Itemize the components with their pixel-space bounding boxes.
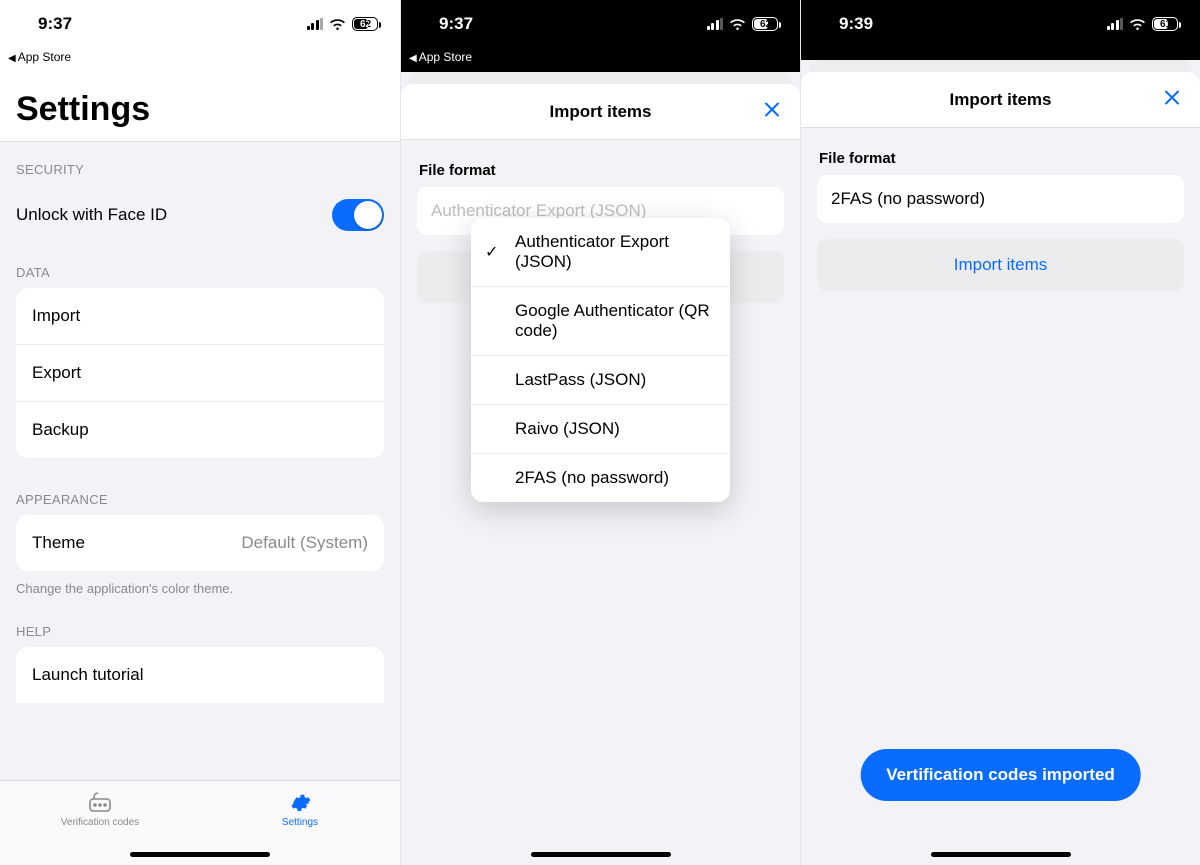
data-card: Import Export Backup <box>16 288 384 458</box>
status-right: 62 <box>307 17 379 31</box>
section-appearance-label: APPEARANCE <box>0 486 400 515</box>
status-bar: 9:37 62 <box>0 0 400 48</box>
row-backup[interactable]: Backup <box>16 401 384 458</box>
sheet-back-layer <box>409 72 792 84</box>
section-data-label: DATA <box>0 259 400 288</box>
breadcrumb[interactable]: ◀App Store <box>401 48 800 72</box>
import-sheet: Import items File format Authenticator E… <box>401 84 800 865</box>
status-right: 62 <box>707 17 779 31</box>
wifi-icon <box>729 18 746 31</box>
checkmark-icon: ✓ <box>485 242 498 262</box>
close-icon[interactable] <box>1158 83 1186 116</box>
sheet-header: Import items <box>801 72 1200 128</box>
status-bar: 9:39 61 <box>801 0 1200 48</box>
import-items-button[interactable]: Import items <box>817 239 1184 291</box>
import-sheet: Import items File format 2FAS (no passwo… <box>801 72 1200 865</box>
row-import[interactable]: Import <box>16 288 384 344</box>
battery-icon: 61 <box>1152 17 1178 31</box>
file-format-dropdown: ✓ Authenticator Export (JSON) Google Aut… <box>471 218 730 502</box>
status-time: 9:37 <box>38 14 72 34</box>
cellular-icon <box>707 18 724 30</box>
section-help-label: HELP <box>0 618 400 647</box>
breadcrumb[interactable]: ◀App Store <box>0 48 400 72</box>
home-indicator[interactable] <box>531 852 671 857</box>
tab-settings-label: Settings <box>282 817 318 828</box>
status-time: 9:39 <box>839 14 873 34</box>
dropdown-option[interactable]: 2FAS (no password) <box>471 453 730 502</box>
battery-icon: 62 <box>752 17 778 31</box>
cellular-icon <box>307 18 324 30</box>
appearance-footnote: Change the application's color theme. <box>0 581 400 618</box>
home-indicator[interactable] <box>130 852 270 857</box>
appearance-card: Theme Default (System) <box>16 515 384 571</box>
theme-value: Default (System) <box>241 533 368 553</box>
status-spacer <box>801 48 1200 60</box>
wifi-icon <box>329 18 346 31</box>
cellular-icon <box>1107 18 1124 30</box>
help-card: Launch tutorial <box>16 647 384 703</box>
row-faceid[interactable]: Unlock with Face ID <box>0 185 400 245</box>
dropdown-option[interactable]: Raivo (JSON) <box>471 404 730 453</box>
status-time: 9:37 <box>439 14 473 34</box>
field-label-file-format: File format <box>817 144 1184 175</box>
section-security-label: SECURITY <box>0 156 400 185</box>
screenshot-import-dropdown: 9:37 62 ◀App Store Import items File for… <box>400 0 800 865</box>
sheet-header: Import items <box>401 84 800 140</box>
back-triangle-icon: ◀ <box>409 53 417 64</box>
page-title: Settings <box>0 72 400 142</box>
dropdown-option[interactable]: LastPass (JSON) <box>471 355 730 404</box>
status-right: 61 <box>1107 17 1179 31</box>
dropdown-option[interactable]: Google Authenticator (QR code) <box>471 286 730 355</box>
close-icon[interactable] <box>758 95 786 128</box>
row-theme[interactable]: Theme Default (System) <box>16 515 384 571</box>
theme-label: Theme <box>32 533 85 553</box>
tab-codes-label: Verification codes <box>61 817 139 828</box>
gear-icon <box>288 791 312 813</box>
battery-icon: 62 <box>352 17 378 31</box>
home-indicator[interactable] <box>931 852 1071 857</box>
sheet-title: Import items <box>949 90 1051 110</box>
row-tutorial[interactable]: Launch tutorial <box>16 647 384 703</box>
toast-imported: Vertification codes imported <box>860 749 1141 801</box>
sheet-back-layer <box>809 60 1192 72</box>
file-format-select[interactable]: 2FAS (no password) <box>817 175 1184 223</box>
sheet-title: Import items <box>549 102 651 122</box>
wifi-icon <box>1129 18 1146 31</box>
settings-body: SECURITY Unlock with Face ID DATA Import… <box>0 142 400 780</box>
faceid-toggle[interactable] <box>332 199 384 231</box>
back-triangle-icon: ◀ <box>8 53 16 64</box>
field-label-file-format: File format <box>417 156 784 187</box>
row-faceid-label: Unlock with Face ID <box>16 205 167 225</box>
screenshot-settings: 9:37 62 ◀App Store Settings SECURITY Unl… <box>0 0 400 865</box>
codes-icon <box>88 791 112 813</box>
status-bar: 9:37 62 <box>401 0 800 48</box>
sheet-body: File format Authenticator Export (JSON) … <box>401 140 800 865</box>
dropdown-option[interactable]: ✓ Authenticator Export (JSON) <box>471 218 730 286</box>
screenshot-import-done: 9:39 61 Import items File format 2FAS (n… <box>800 0 1200 865</box>
row-export[interactable]: Export <box>16 344 384 401</box>
